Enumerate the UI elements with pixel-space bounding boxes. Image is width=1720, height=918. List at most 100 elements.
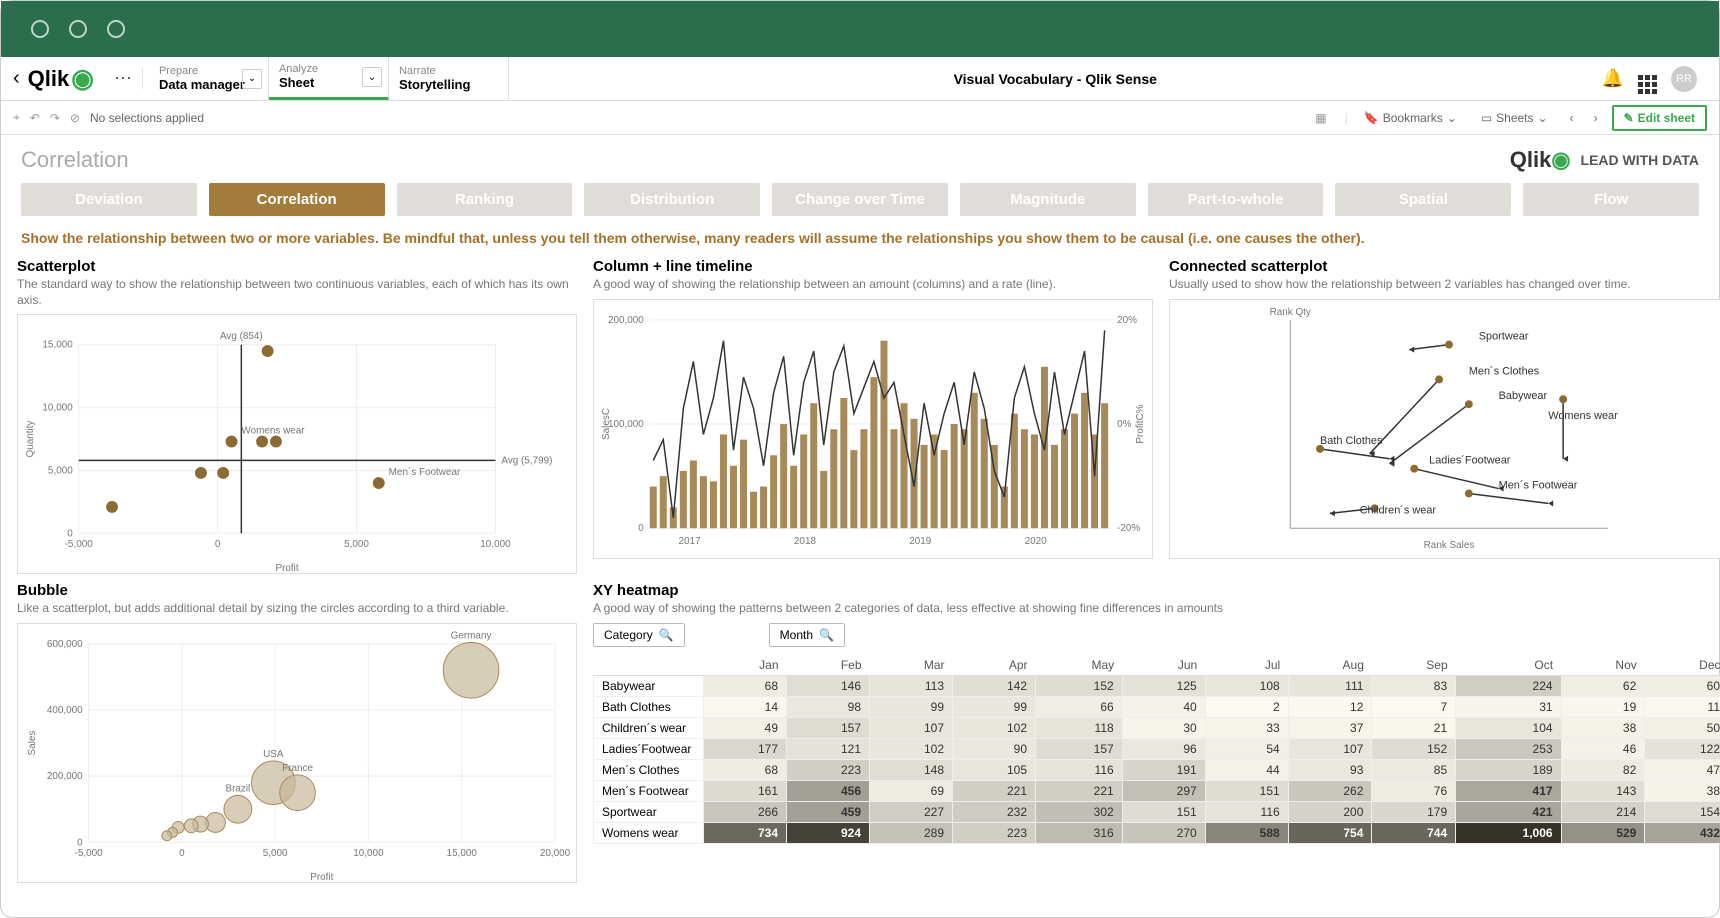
nav-prepare[interactable]: Prepare Data manager ⌄ (149, 57, 269, 100)
nav-prepare-value: Data manager (159, 77, 245, 93)
bell-icon[interactable]: 🔔 (1602, 68, 1624, 89)
svg-text:Brazil: Brazil (225, 783, 250, 794)
svg-text:Men´s Footwear: Men´s Footwear (1499, 479, 1578, 491)
bubble-panel: Bubble Like a scatterplot, but adds addi… (17, 582, 577, 883)
svg-text:Ladies´Footwear: Ladies´Footwear (1429, 454, 1511, 466)
selection-bar: ⌖ ↶ ↷ ⊘ No selections applied ▦ | 🔖 Book… (1, 101, 1719, 135)
window-control[interactable] (69, 20, 87, 38)
svg-text:0: 0 (67, 528, 73, 539)
tab-distribution[interactable]: Distribution (584, 183, 760, 216)
column-line-chart[interactable]: 0100,000200,000-20%0%20%2017201820192020… (593, 299, 1153, 559)
svg-text:5,000: 5,000 (344, 539, 369, 550)
heatmap-table[interactable]: JanFebMarAprMayJunJulAugSepOctNovDecBaby… (593, 655, 1720, 844)
clear-selections-icon[interactable]: ⊘ (70, 111, 80, 125)
panel-subtitle: The standard way to show the relationshi… (17, 277, 577, 308)
svg-text:Children´s wear: Children´s wear (1360, 504, 1437, 516)
column-line-panel: Column + line timeline A good way of sho… (593, 258, 1153, 574)
nav-prepare-label: Prepare (159, 65, 245, 77)
svg-text:10,000: 10,000 (42, 403, 73, 414)
nav-analyze-label: Analyze (279, 63, 318, 75)
svg-text:USA: USA (263, 749, 284, 760)
svg-text:Germany: Germany (451, 630, 492, 641)
svg-text:Profit: Profit (276, 563, 299, 573)
svg-text:20,000: 20,000 (540, 848, 571, 859)
scatterplot-chart[interactable]: -5,00005,00010,00005,00010,00015,000Avg … (17, 314, 577, 574)
prev-sheet-button[interactable]: ‹ (1564, 107, 1580, 129)
nav-analyze[interactable]: Analyze Sheet ⌄ (269, 57, 389, 100)
tab-magnitude[interactable]: Magnitude (960, 183, 1136, 216)
svg-text:200,000: 200,000 (608, 314, 644, 325)
svg-text:Profit: Profit (310, 872, 333, 882)
svg-text:2020: 2020 (1025, 536, 1048, 547)
lead-with-data-logo: Qlik◉ LEAD WITH DATA (1510, 147, 1699, 173)
svg-text:0: 0 (638, 523, 644, 534)
panel-title: Scatterplot (17, 258, 577, 275)
svg-text:France: France (282, 763, 313, 774)
nav-narrate[interactable]: Narrate Storytelling (389, 57, 509, 100)
panel-subtitle: A good way of showing the patterns betwe… (593, 601, 1720, 617)
svg-text:-5,000: -5,000 (75, 848, 104, 859)
svg-text:200,000: 200,000 (47, 771, 83, 782)
svg-text:Quantity: Quantity (25, 421, 36, 458)
bookmarks-button[interactable]: 🔖 Bookmarks ⌄ (1356, 107, 1465, 129)
svg-text:0: 0 (179, 848, 185, 859)
svg-text:0: 0 (77, 837, 83, 848)
chevron-down-icon[interactable]: ⌄ (362, 67, 382, 87)
tab-part-to-whole[interactable]: Part-to-whole (1148, 183, 1324, 216)
panel-title: Bubble (17, 582, 577, 599)
svg-text:Womens wear: Womens wear (241, 426, 305, 437)
chevron-down-icon[interactable]: ⌄ (242, 69, 262, 89)
svg-text:20%: 20% (1117, 314, 1137, 325)
window-control[interactable] (31, 20, 49, 38)
svg-text:2019: 2019 (909, 536, 932, 547)
svg-text:400,000: 400,000 (47, 705, 83, 716)
category-tabs: Deviation Correlation Ranking Distribution C… (1, 179, 1719, 226)
nav-narrate-label: Narrate (399, 65, 471, 77)
tab-ranking[interactable]: Ranking (397, 183, 573, 216)
svg-text:Sales: Sales (27, 730, 38, 755)
svg-text:Rank Sales: Rank Sales (1424, 540, 1475, 551)
svg-text:2018: 2018 (794, 536, 817, 547)
tab-change-over-time[interactable]: Change over Time (772, 183, 948, 216)
edit-sheet-button[interactable]: ✎ Edit sheet (1612, 105, 1707, 131)
sheets-button[interactable]: ▭ Sheets ⌄ (1473, 107, 1556, 129)
avatar[interactable]: RR (1671, 66, 1697, 92)
panel-title: XY heatmap (593, 582, 1720, 599)
svg-text:ProfitC%: ProfitC% (1135, 404, 1146, 443)
app-title: Visual Vocabulary - Qlik Sense (509, 71, 1602, 87)
bubble-chart[interactable]: -5,00005,00010,00015,00020,0000200,00040… (17, 623, 577, 883)
panel-subtitle: A good way of showing the relationship b… (593, 277, 1153, 293)
selections-tool-icon[interactable]: ▦ (1315, 111, 1326, 125)
more-menu[interactable]: ⋯ (104, 68, 143, 89)
svg-text:10,000: 10,000 (353, 848, 384, 859)
selection-forward-icon[interactable]: ↷ (50, 111, 60, 125)
panel-subtitle: Like a scatterplot, but adds additional … (17, 601, 577, 617)
svg-text:Babywear: Babywear (1499, 390, 1548, 402)
svg-text:10,000: 10,000 (480, 539, 511, 550)
next-sheet-button[interactable]: › (1588, 107, 1604, 129)
back-button[interactable]: ‹ (13, 67, 20, 90)
tab-deviation[interactable]: Deviation (21, 183, 197, 216)
svg-text:0%: 0% (1117, 419, 1132, 430)
app-topbar: ‹ Qlik◉ ⋯ Prepare Data manager ⌄ Analyze… (1, 57, 1719, 101)
window-titlebar (1, 1, 1719, 57)
svg-text:Womens wear: Womens wear (1548, 410, 1618, 422)
selection-back-icon[interactable]: ↶ (30, 111, 40, 125)
panel-title: Column + line timeline (593, 258, 1153, 275)
window-control[interactable] (107, 20, 125, 38)
category-filter-button[interactable]: Category 🔍 (593, 623, 685, 647)
month-filter-button[interactable]: Month 🔍 (769, 623, 845, 647)
search-icon: 🔍 (659, 628, 674, 642)
tab-spatial[interactable]: Spatial (1335, 183, 1511, 216)
tab-flow[interactable]: Flow (1523, 183, 1699, 216)
svg-text:15,000: 15,000 (42, 340, 73, 351)
svg-text:5,000: 5,000 (48, 466, 73, 477)
apps-icon[interactable] (1638, 64, 1657, 94)
connected-scatter-chart[interactable]: Rank SalesRank QtySportwearMen´s Clothes… (1169, 299, 1720, 559)
smart-search-icon[interactable]: ⌖ (13, 110, 20, 125)
svg-text:0: 0 (215, 539, 221, 550)
svg-text:Men´s Footwear: Men´s Footwear (389, 467, 461, 478)
tab-correlation[interactable]: Correlation (209, 183, 385, 216)
category-description: Show the relationship between two or mor… (1, 226, 1719, 258)
nav-analyze-value: Sheet (279, 75, 318, 91)
